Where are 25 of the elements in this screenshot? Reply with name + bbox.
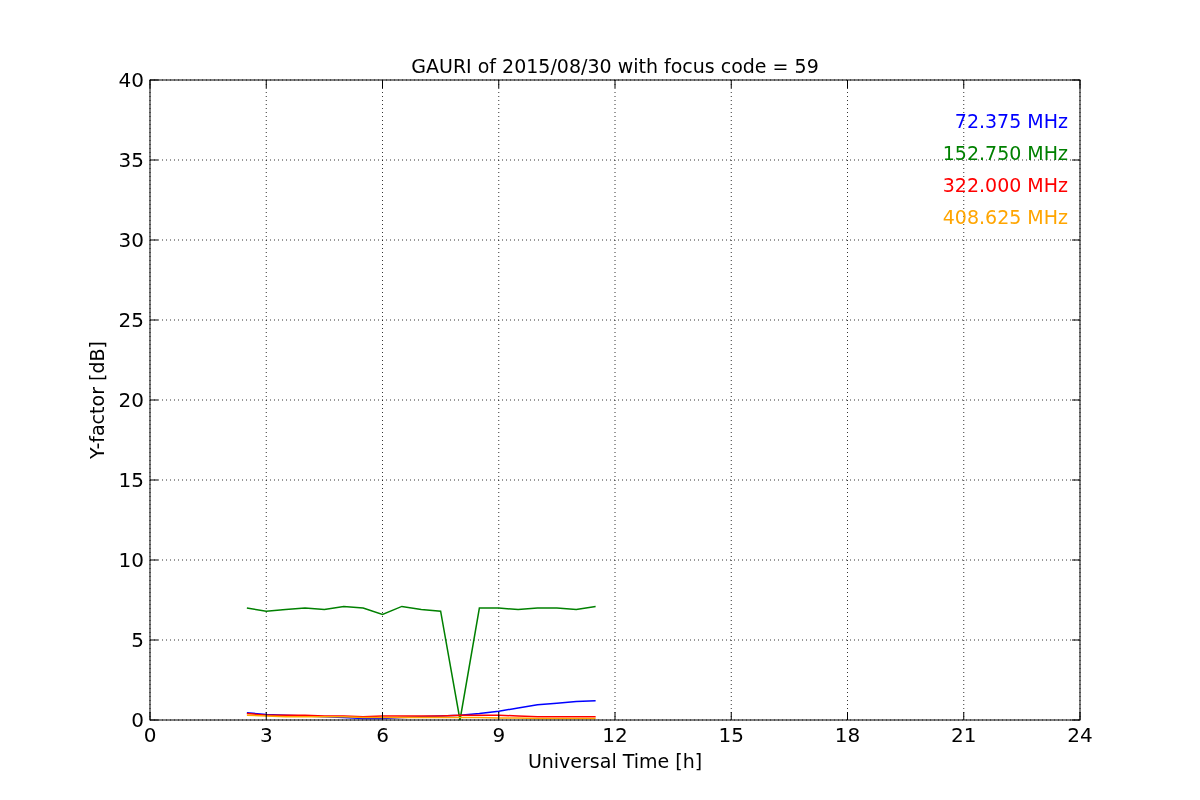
x-tick-label: 15 xyxy=(718,723,744,747)
legend-label: 408.625 MHz xyxy=(942,206,1068,228)
y-tick-label: 15 xyxy=(118,468,144,492)
y-tick-label: 0 xyxy=(131,708,144,732)
legend-label: 72.375 MHz xyxy=(954,110,1068,132)
y-tick-label: 35 xyxy=(118,148,144,172)
y-tick-label: 25 xyxy=(118,308,144,332)
y-tick-label: 10 xyxy=(118,548,144,572)
y-tick-label: 20 xyxy=(118,388,144,412)
y-tick-label: 5 xyxy=(131,628,144,652)
x-tick-label: 9 xyxy=(492,723,506,747)
x-tick-label: 21 xyxy=(951,723,977,747)
x-axis-label: Universal Time [h] xyxy=(527,750,703,772)
legend-label: 322.000 MHz xyxy=(942,174,1068,196)
x-tick-label: 3 xyxy=(259,723,273,747)
chart-title: GAURI of 2015/08/30 with focus code = 59 xyxy=(411,55,819,77)
x-tick-label: 6 xyxy=(376,723,389,747)
x-tick-label: 24 xyxy=(1067,723,1093,747)
x-tick-label: 0 xyxy=(143,723,157,747)
y-tick-label: 30 xyxy=(118,228,144,252)
y-tick-label: 40 xyxy=(118,68,144,92)
x-tick-label: 12 xyxy=(602,723,628,747)
x-tick-label: 18 xyxy=(834,723,861,747)
y-axis-label: Y-factor [dB] xyxy=(86,341,108,459)
legend-label: 152.750 MHz xyxy=(942,142,1068,164)
